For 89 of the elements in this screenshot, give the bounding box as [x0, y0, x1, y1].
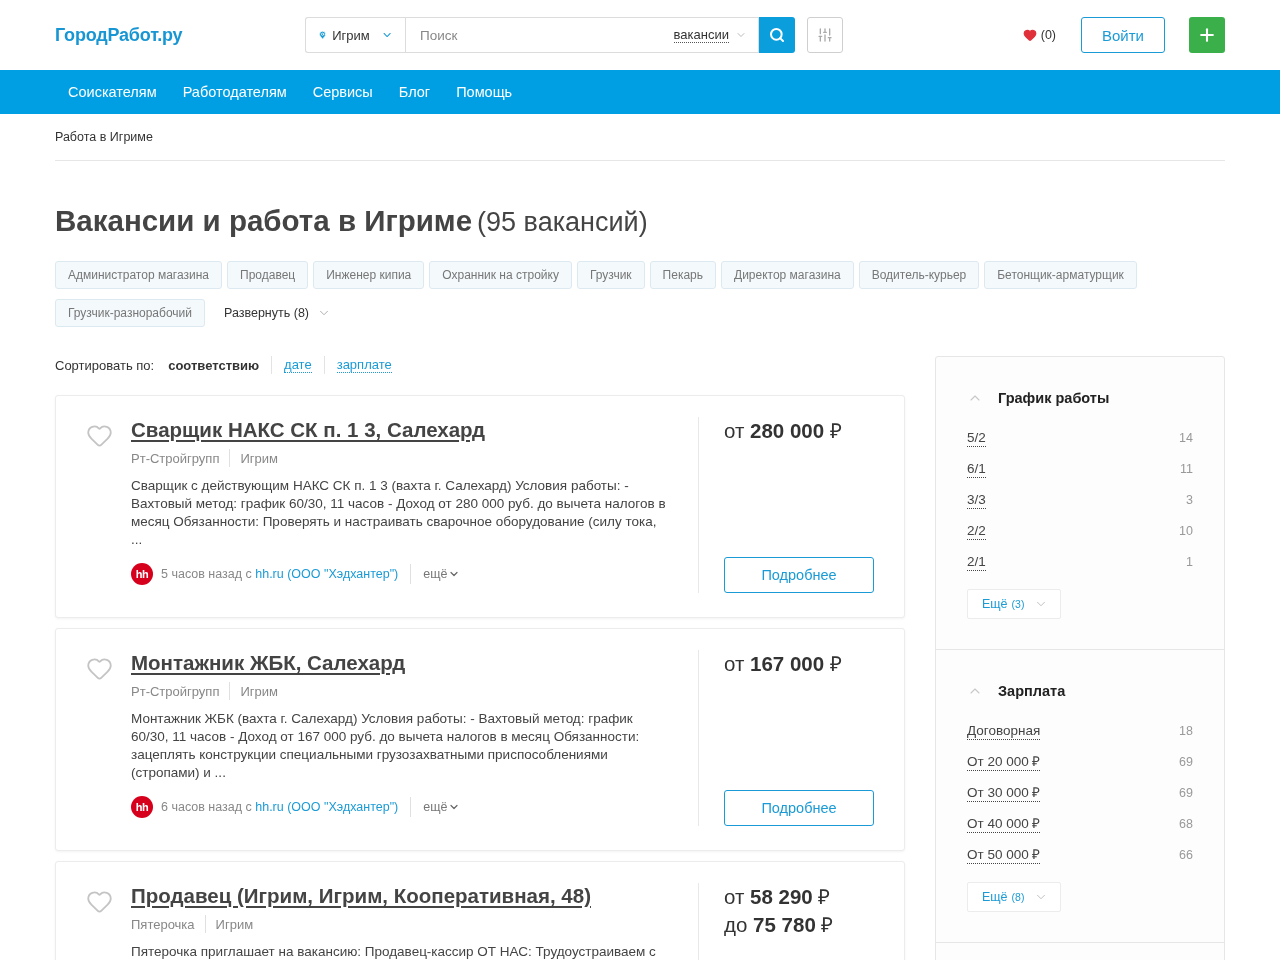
- sort-option[interactable]: соответствию: [168, 357, 260, 373]
- option-count: 69: [1179, 755, 1193, 769]
- filter-option[interactable]: 2/2: [967, 522, 986, 540]
- nav-link[interactable]: Работодателям: [182, 84, 287, 100]
- option-count: 11: [1180, 462, 1193, 476]
- details-button[interactable]: Подробнее: [724, 790, 874, 826]
- login-button[interactable]: Войти: [1081, 17, 1165, 53]
- city-name: Игрим: [240, 450, 278, 466]
- source-logo: hh: [131, 796, 153, 818]
- tag-link[interactable]: Пекарь: [649, 261, 716, 289]
- vacancy-description: Монтажник ЖБК (вахта г. Салехард) Условия работы: - Вахтовый метод: график 60/30, 11 часов - Доход от 167 000 руб. до вычета налогов в месяц Обязанности: зацеплять конструкции специальными грузозахватными приспособлениями (стропами) и ...: [131, 710, 641, 782]
- scope-select[interactable]: вакансии: [673, 26, 747, 44]
- more-button[interactable]: ещё: [423, 567, 461, 581]
- tag-link[interactable]: Инженер кипиа: [313, 261, 425, 289]
- source-link[interactable]: hh.ru (ООО "Хэдхантер"): [255, 800, 399, 814]
- salary-text: от 280 000 ₽: [724, 418, 843, 444]
- plus-icon: [1197, 25, 1217, 45]
- tag-link[interactable]: Грузчик: [576, 261, 645, 289]
- filter-option[interactable]: От 30 000 ₽: [967, 784, 1041, 802]
- filter-option[interactable]: 5/2: [967, 429, 986, 447]
- filter-option[interactable]: Договорная: [967, 722, 1041, 740]
- salary-text: до 75 780 ₽: [724, 912, 835, 938]
- tag-link[interactable]: Водитель-курьер: [858, 261, 980, 289]
- filter-title[interactable]: Зарплата: [998, 683, 1066, 699]
- show-more-button[interactable]: Ещё (8): [967, 882, 1062, 912]
- option-count: 18: [1179, 724, 1193, 738]
- filter-option[interactable]: От 20 000 ₽: [967, 753, 1041, 771]
- filter-option[interactable]: 2/1: [967, 553, 986, 571]
- favorites-link[interactable]: (0): [1022, 28, 1056, 42]
- show-more-button[interactable]: Ещё (3): [967, 589, 1062, 619]
- heart-icon[interactable]: [86, 422, 113, 449]
- filter-option[interactable]: 3/3: [967, 491, 986, 509]
- vacancy-description: Сварщик с действующим НАКС СК п. 1 3 (вахта г. Салехард) Условия работы: - Вахтовый метод: график 60/30, 11 часов - Доход от 280 000 руб. до вычета налогов в месяц Обязанности: Проверять и настраивать сварочное оборудование (силу тока, ...: [131, 477, 667, 549]
- search-icon: [769, 27, 785, 43]
- sort-label: Сортировать по:: [55, 357, 155, 373]
- company-name: Рт-Стройгрупп: [131, 683, 220, 699]
- map-pin-icon: [318, 29, 328, 41]
- search-button[interactable]: [759, 17, 795, 53]
- vacancy-description: Пятерочка приглашает на вакансию: Продавец-кассир ОТ НАС: Трудоустраиваем с: [131, 943, 657, 960]
- nav-link[interactable]: Блог: [398, 84, 431, 100]
- expand-tags-button[interactable]: Развернуть (8): [210, 299, 331, 327]
- salary-text: от 167 000 ₽: [724, 651, 843, 677]
- more-button[interactable]: ещё: [423, 800, 461, 814]
- city-name: Игрим: [215, 916, 254, 932]
- option-count: 14: [1179, 431, 1193, 445]
- nav-link[interactable]: Помощь: [456, 84, 513, 100]
- tag-link[interactable]: Продавец: [227, 261, 309, 289]
- salary-text: от 58 290 ₽: [724, 884, 832, 910]
- filter-title[interactable]: График работы: [998, 390, 1110, 406]
- add-button[interactable]: [1189, 17, 1225, 53]
- details-button[interactable]: Подробнее: [724, 557, 874, 593]
- breadcrumb-link[interactable]: Работа в Игриме: [55, 130, 153, 145]
- company-name: Рт-Стройгрупп: [131, 450, 220, 466]
- heart-icon[interactable]: [86, 655, 113, 682]
- tag-link[interactable]: Бетонщик-арматурщик: [984, 261, 1137, 289]
- site-logo[interactable]: ГородРабот.ру: [55, 24, 305, 46]
- sliders-icon: [817, 27, 833, 43]
- sort-option[interactable]: зарплате: [336, 357, 392, 373]
- filter-option[interactable]: 6/1: [967, 460, 986, 478]
- vacancy-count: (95 вакансий): [477, 206, 648, 239]
- option-count: 1: [1186, 555, 1193, 569]
- tag-link[interactable]: Администратор магазина: [55, 261, 222, 289]
- nav-link[interactable]: Соискателям: [68, 84, 157, 100]
- vacancy-title[interactable]: Продавец (Игрим, Игрим, Кооперативная, 48): [131, 883, 591, 909]
- tag-link[interactable]: Директор магазина: [721, 261, 854, 289]
- posted-info: 5 часов назад с hh.ru (ООО "Хэдхантер"): [161, 567, 399, 581]
- posted-info: 6 часов назад с hh.ru (ООО "Хэдхантер"): [161, 800, 399, 814]
- page-title: Вакансии и работа в Игриме: [55, 203, 473, 239]
- nav-link[interactable]: Сервисы: [312, 84, 373, 100]
- tag-link[interactable]: Грузчик-разнорабочий: [55, 299, 205, 327]
- sort-option[interactable]: дате: [284, 357, 312, 373]
- source-logo: hh: [131, 563, 153, 585]
- filter-button[interactable]: [807, 17, 843, 53]
- option-count: 3: [1186, 493, 1193, 507]
- vacancy-title[interactable]: Монтажник ЖБК, Салехард: [131, 650, 406, 676]
- option-count: 66: [1179, 848, 1193, 862]
- option-count: 69: [1179, 786, 1193, 800]
- filter-option[interactable]: От 40 000 ₽: [967, 815, 1041, 833]
- company-name: Пятерочка: [131, 916, 195, 932]
- filter-option[interactable]: От 50 000 ₽: [967, 846, 1041, 864]
- option-count: 10: [1179, 524, 1193, 538]
- option-count: 68: [1179, 817, 1193, 831]
- heart-icon[interactable]: [86, 888, 113, 915]
- vacancy-title[interactable]: Сварщик НАКС СК п. 1 3, Салехард: [131, 417, 486, 443]
- tag-link[interactable]: Охранник на стройку: [429, 261, 572, 289]
- heart-icon: [1022, 28, 1037, 42]
- location-select[interactable]: Игрим: [305, 17, 405, 53]
- city-name: Игрим: [240, 683, 278, 699]
- source-link[interactable]: hh.ru (ООО "Хэдхантер"): [255, 567, 399, 581]
